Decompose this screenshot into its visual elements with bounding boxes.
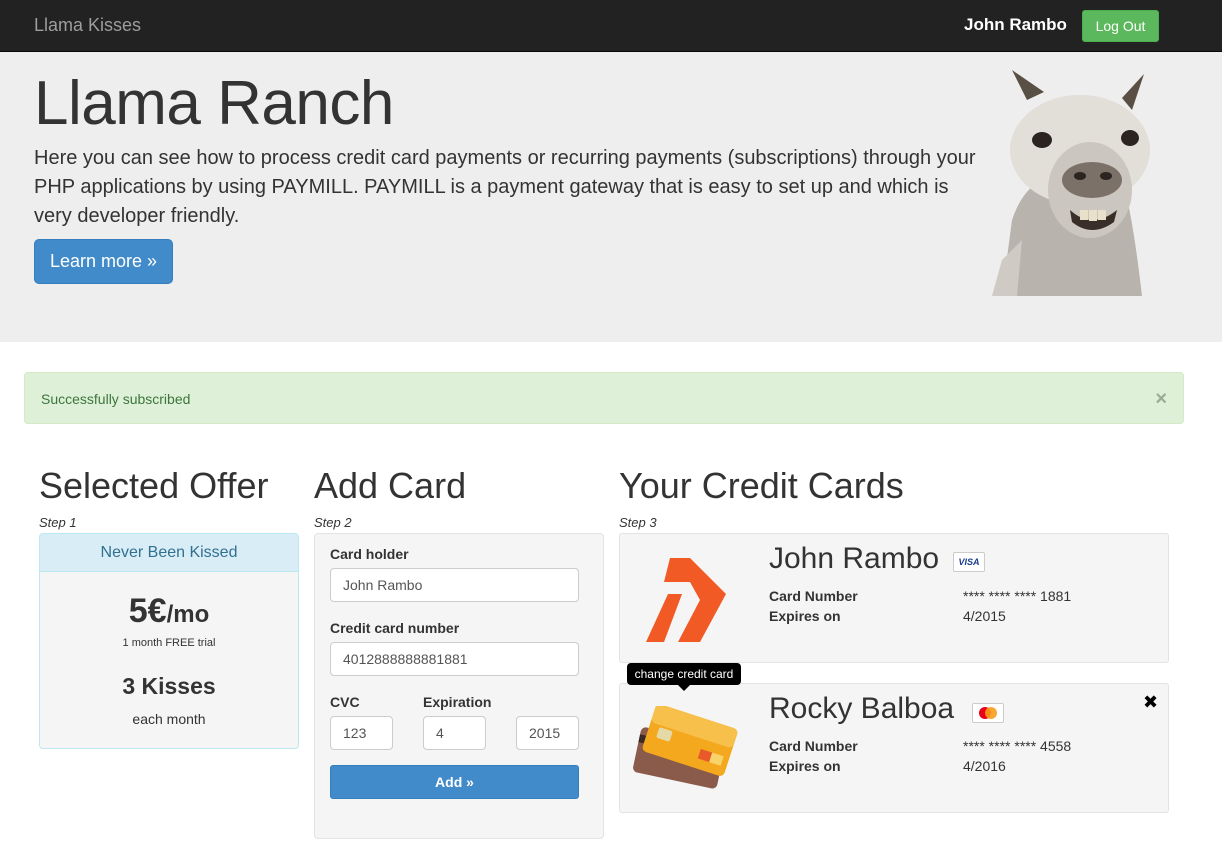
cvc-input[interactable]: 123 <box>330 716 393 750</box>
card-holder-name: John Rambo <box>769 542 940 575</box>
alert-message: Successfully subscribed <box>41 391 191 407</box>
card-number-label: Card Number <box>769 738 858 754</box>
visa-brand-text: VISA <box>958 557 980 567</box>
navbar-user-name: John Rambo <box>964 15 1067 34</box>
llama-image <box>992 70 1150 296</box>
add-card-button[interactable]: Add » <box>330 765 579 799</box>
expiration-year-input[interactable]: 2015 <box>516 716 579 750</box>
offer-kisses: 3 Kisses <box>122 673 216 699</box>
credit-cards-icon <box>633 706 738 789</box>
add-card-heading: Add Card <box>314 465 467 506</box>
card-number-label: Credit card number <box>330 620 460 636</box>
step-3-label: Step 3 <box>619 515 657 530</box>
credit-card-item[interactable]: Rocky Balboa Card Number **** **** **** … <box>619 683 1169 813</box>
learn-more-button[interactable]: Learn more » <box>34 239 173 284</box>
step-2-label: Step 2 <box>314 515 352 530</box>
expiration-month-input[interactable]: 4 <box>423 716 486 750</box>
card-number-value: **** **** **** 1881 <box>963 588 1072 604</box>
card-number-input[interactable]: 4012888888881881 <box>330 642 579 676</box>
remove-card-icon[interactable]: ✖ <box>1143 692 1158 713</box>
card-holder-label: Card holder <box>330 546 409 562</box>
offer-panel: Never Been Kissed 5€/mo 1 month FREE tri… <box>39 533 299 749</box>
mastercard-logo-shape <box>979 707 997 719</box>
navbar: Llama Kisses John Rambo Log Out <box>0 0 1222 52</box>
offer-price-period: /mo <box>166 601 210 628</box>
logout-button[interactable]: Log Out <box>1082 10 1159 42</box>
offer-trial: 1 month FREE trial <box>122 637 216 649</box>
paymill-logo-icon <box>646 558 726 642</box>
offer-price: 5€/mo <box>40 592 298 631</box>
credit-cards-heading: Your Credit Cards <box>619 465 904 506</box>
expiration-label: Expiration <box>423 694 492 710</box>
page-title: Llama Ranch <box>34 69 394 138</box>
navbar-brand[interactable]: Llama Kisses <box>34 15 141 36</box>
change-card-tooltip: change credit card <box>627 663 741 691</box>
offer-frequency: each month <box>132 711 206 727</box>
card-number-label: Card Number <box>769 588 858 604</box>
expires-label: Expires on <box>769 758 841 774</box>
success-alert: Successfully subscribed × <box>24 372 1184 424</box>
cvc-label: CVC <box>330 694 360 710</box>
offer-price-amount: 5€ <box>128 592 167 630</box>
card-holder-name: Rocky Balboa <box>769 692 955 725</box>
visa-icon: VISA <box>953 552 985 572</box>
intro-text: Here you can see how to process credit c… <box>34 147 976 227</box>
card-holder-input[interactable]: John Rambo <box>330 568 579 602</box>
expires-value: 4/2015 <box>963 608 1006 624</box>
offer-name: Never Been Kissed <box>40 534 298 572</box>
step-1-label: Step 1 <box>39 515 77 530</box>
add-card-form: Card holder John Rambo Credit card numbe… <box>314 533 604 839</box>
mastercard-icon <box>972 703 1004 723</box>
close-icon[interactable]: × <box>1155 389 1167 409</box>
expires-value: 4/2016 <box>963 758 1006 774</box>
selected-offer-heading: Selected Offer <box>39 465 269 506</box>
credit-card-item[interactable]: John Rambo VISA Card Number **** **** **… <box>619 533 1169 663</box>
jumbotron: Llama Ranch Here you can see how to proc… <box>0 52 1222 342</box>
expires-label: Expires on <box>769 608 841 624</box>
card-number-value: **** **** **** 4558 <box>963 738 1072 754</box>
